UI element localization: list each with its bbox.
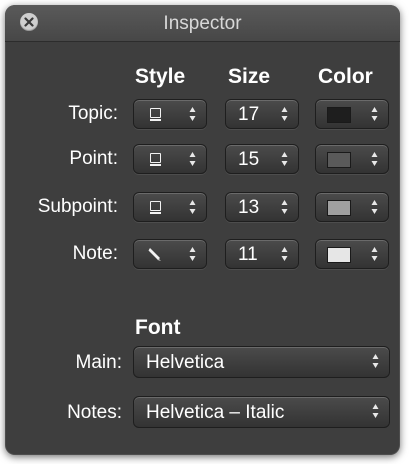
- subpoint-size-popup[interactable]: 13: [225, 192, 299, 222]
- font-section-heading: Font: [135, 316, 181, 339]
- column-header-size: Size: [228, 65, 271, 88]
- row-label-note: Note:: [72, 243, 118, 264]
- notes-font-popup[interactable]: Helvetica – Italic: [133, 396, 390, 428]
- document-icon: [150, 201, 161, 214]
- updown-arrows-icon: [189, 246, 196, 262]
- size-value: 17: [238, 104, 260, 125]
- column-header-style: Style: [135, 65, 186, 88]
- updown-arrows-icon: [189, 151, 196, 167]
- subpoint-color-popup[interactable]: [315, 192, 389, 222]
- updown-arrows-icon: [189, 106, 196, 122]
- note-size-popup[interactable]: 11: [225, 239, 299, 269]
- main-font-popup[interactable]: Helvetica: [133, 346, 390, 378]
- updown-arrows-icon: [371, 199, 378, 215]
- pencil-icon: [148, 246, 162, 267]
- color-swatch: [327, 152, 351, 168]
- updown-arrows-icon: [281, 246, 288, 262]
- column-header-color: Color: [318, 65, 373, 88]
- topic-size-popup[interactable]: 17: [225, 99, 299, 129]
- main-font-value: Helvetica: [146, 352, 225, 373]
- window-title: Inspector: [163, 13, 242, 34]
- color-swatch: [327, 200, 351, 216]
- row-label-topic: Topic:: [68, 103, 118, 124]
- updown-arrows-icon: [371, 246, 378, 262]
- notes-font-label: Notes:: [67, 402, 122, 423]
- size-value: 15: [238, 149, 260, 170]
- inspector-panel: Inspector Style Size Color Topic: 17 Poi…: [5, 5, 400, 455]
- notes-font-value: Helvetica – Italic: [146, 402, 285, 423]
- point-style-popup[interactable]: [133, 144, 207, 174]
- topic-style-popup[interactable]: [133, 99, 207, 129]
- size-value: 13: [238, 197, 260, 218]
- updown-arrows-icon: [281, 199, 288, 215]
- row-label-point: Point:: [69, 148, 118, 169]
- point-size-popup[interactable]: 15: [225, 144, 299, 174]
- note-color-popup[interactable]: [315, 239, 389, 269]
- note-style-popup[interactable]: [133, 239, 207, 269]
- document-icon: [150, 153, 161, 166]
- point-color-popup[interactable]: [315, 144, 389, 174]
- color-swatch: [327, 247, 351, 263]
- updown-arrows-icon: [281, 106, 288, 122]
- updown-arrows-icon: [371, 151, 378, 167]
- row-label-subpoint: Subpoint:: [37, 196, 118, 217]
- updown-arrows-icon: [372, 353, 379, 369]
- updown-arrows-icon: [372, 403, 379, 419]
- updown-arrows-icon: [371, 106, 378, 122]
- topic-color-popup[interactable]: [315, 99, 389, 129]
- color-swatch: [327, 107, 351, 123]
- subpoint-style-popup[interactable]: [133, 192, 207, 222]
- updown-arrows-icon: [189, 199, 196, 215]
- updown-arrows-icon: [281, 151, 288, 167]
- document-icon: [150, 108, 161, 121]
- main-font-label: Main:: [75, 352, 122, 373]
- size-value: 11: [238, 244, 258, 265]
- title-bar[interactable]: Inspector: [5, 5, 400, 42]
